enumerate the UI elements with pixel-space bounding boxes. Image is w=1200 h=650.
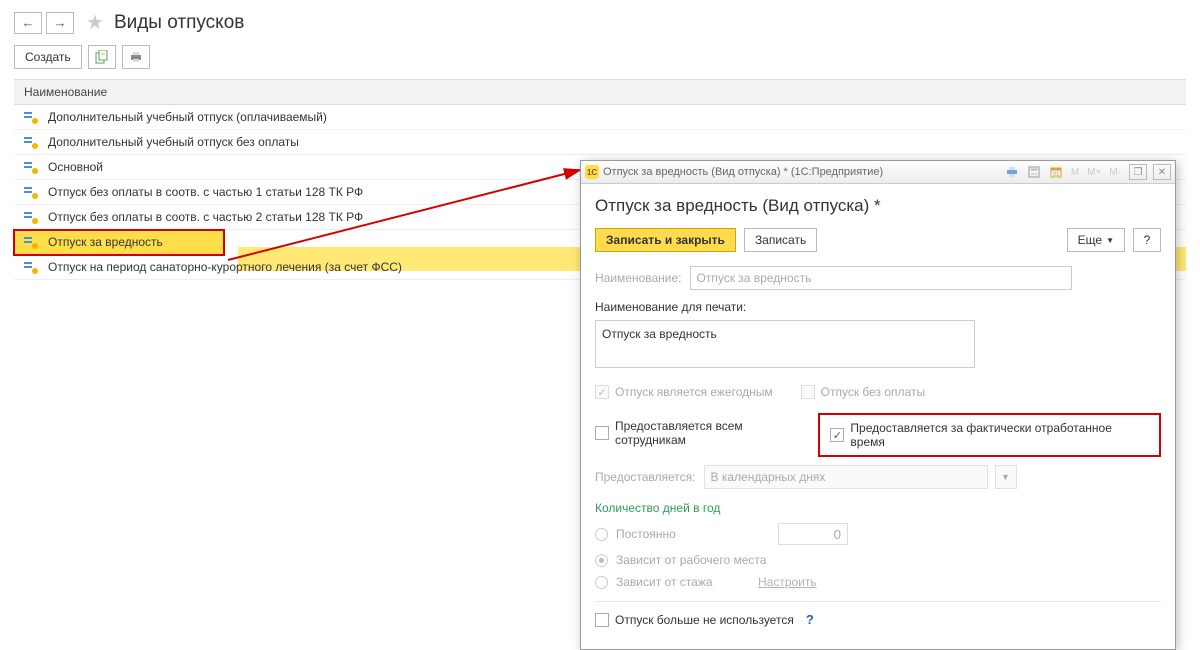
row-label: Отпуск без оплаты в соотв. с частью 2 ст… xyxy=(48,210,363,224)
constant-radio xyxy=(595,528,608,541)
dialog-titlebar[interactable]: 1C Отпуск за вредность (Вид отпуска) * (… xyxy=(581,161,1175,184)
row-icon xyxy=(24,237,38,247)
table-row-selected[interactable]: Отпуск за вредность xyxy=(14,230,224,255)
worked-time-checkbox[interactable]: ✓ xyxy=(830,428,844,442)
row-label: Отпуск на период санаторно-курортного ле… xyxy=(48,260,402,274)
save-button[interactable]: Записать xyxy=(744,228,817,252)
create-button[interactable]: Создать xyxy=(14,45,82,69)
unpaid-checkbox xyxy=(801,385,815,399)
table-row[interactable]: Дополнительный учебный отпуск (оплачивае… xyxy=(14,105,1186,130)
row-icon xyxy=(24,137,38,147)
table-row[interactable]: Дополнительный учебный отпуск без оплаты xyxy=(14,130,1186,155)
help-icon[interactable]: ? xyxy=(806,612,814,627)
row-label: Отпуск за вредность xyxy=(48,235,163,249)
days-per-year-label: Количество дней в год xyxy=(595,501,1161,515)
row-icon xyxy=(24,212,38,222)
workplace-radio xyxy=(595,554,608,567)
granted-select: В календарных днях xyxy=(704,465,988,489)
nav-forward-button[interactable]: → xyxy=(46,12,74,34)
name-label: Наименование: xyxy=(595,271,682,285)
row-label: Дополнительный учебный отпуск (оплачивае… xyxy=(48,110,327,124)
copy-icon xyxy=(95,50,109,64)
seniority-radio xyxy=(595,576,608,589)
granted-label: Предоставляется: xyxy=(595,470,696,484)
workplace-label: Зависит от рабочего места xyxy=(616,553,766,567)
more-button-label: Еще xyxy=(1078,233,1102,247)
row-icon xyxy=(24,262,38,272)
row-label: Дополнительный учебный отпуск без оплаты xyxy=(48,135,299,149)
name-input[interactable] xyxy=(690,266,1072,290)
nav-back-button[interactable]: ← xyxy=(14,12,42,34)
titlebar-close-icon[interactable]: ✕ xyxy=(1153,164,1171,180)
not-used-label: Отпуск больше не используется xyxy=(615,613,794,627)
granted-value: В календарных днях xyxy=(711,470,826,484)
titlebar-restore-icon[interactable]: ❐ xyxy=(1129,164,1147,180)
favorite-icon[interactable]: ★ xyxy=(86,10,104,35)
constant-value-input xyxy=(778,523,848,545)
unpaid-label: Отпуск без оплаты xyxy=(821,385,925,399)
titlebar-print-icon[interactable] xyxy=(1003,163,1021,181)
worked-time-label: Предоставляется за фактически отработанн… xyxy=(850,421,1149,449)
configure-link: Настроить xyxy=(758,575,817,589)
all-employees-checkbox[interactable] xyxy=(595,426,609,440)
print-name-label: Наименование для печати: xyxy=(595,300,746,314)
titlebar-mplus-icon[interactable]: M+ xyxy=(1085,167,1103,178)
row-icon xyxy=(24,187,38,197)
titlebar-calc-icon[interactable] xyxy=(1025,163,1043,181)
annual-label: Отпуск является ежегодным xyxy=(615,385,773,399)
row-label: Отпуск без оплаты в соотв. с частью 1 ст… xyxy=(48,185,363,199)
vacation-type-dialog: 1C Отпуск за вредность (Вид отпуска) * (… xyxy=(580,160,1176,650)
dialog-heading: Отпуск за вредность (Вид отпуска) * xyxy=(595,196,1161,216)
print-name-input[interactable] xyxy=(595,320,975,368)
all-employees-label: Предоставляется всем сотрудникам xyxy=(615,419,816,447)
constant-label: Постоянно xyxy=(616,527,770,541)
more-button[interactable]: Еще ▼ xyxy=(1067,228,1125,252)
help-button[interactable]: ? xyxy=(1133,228,1161,252)
print-button[interactable] xyxy=(122,45,150,69)
row-icon xyxy=(24,162,38,172)
chevron-down-icon: ▼ xyxy=(995,465,1017,489)
copy-button[interactable] xyxy=(88,45,116,69)
titlebar-m-icon[interactable]: M xyxy=(1069,167,1081,178)
not-used-checkbox[interactable] xyxy=(595,613,609,627)
titlebar-mminus-icon[interactable]: M- xyxy=(1107,167,1123,178)
titlebar-calendar-icon[interactable]: 31 xyxy=(1047,163,1065,181)
page-title: Виды отпусков xyxy=(114,12,244,34)
app-logo-icon: 1C xyxy=(585,165,599,179)
print-icon xyxy=(129,50,143,64)
save-close-button[interactable]: Записать и закрыть xyxy=(595,228,736,252)
table-header-name[interactable]: Наименование xyxy=(14,79,1186,105)
highlight-box: ✓ Предоставляется за фактически отработа… xyxy=(818,413,1161,457)
svg-text:31: 31 xyxy=(1052,172,1059,178)
annual-checkbox: ✓ xyxy=(595,385,609,399)
dialog-title-text: Отпуск за вредность (Вид отпуска) * (1С:… xyxy=(603,166,883,178)
row-label: Основной xyxy=(48,160,103,174)
row-icon xyxy=(24,112,38,122)
seniority-label: Зависит от стажа xyxy=(616,575,750,589)
chevron-down-icon: ▼ xyxy=(1106,236,1114,245)
